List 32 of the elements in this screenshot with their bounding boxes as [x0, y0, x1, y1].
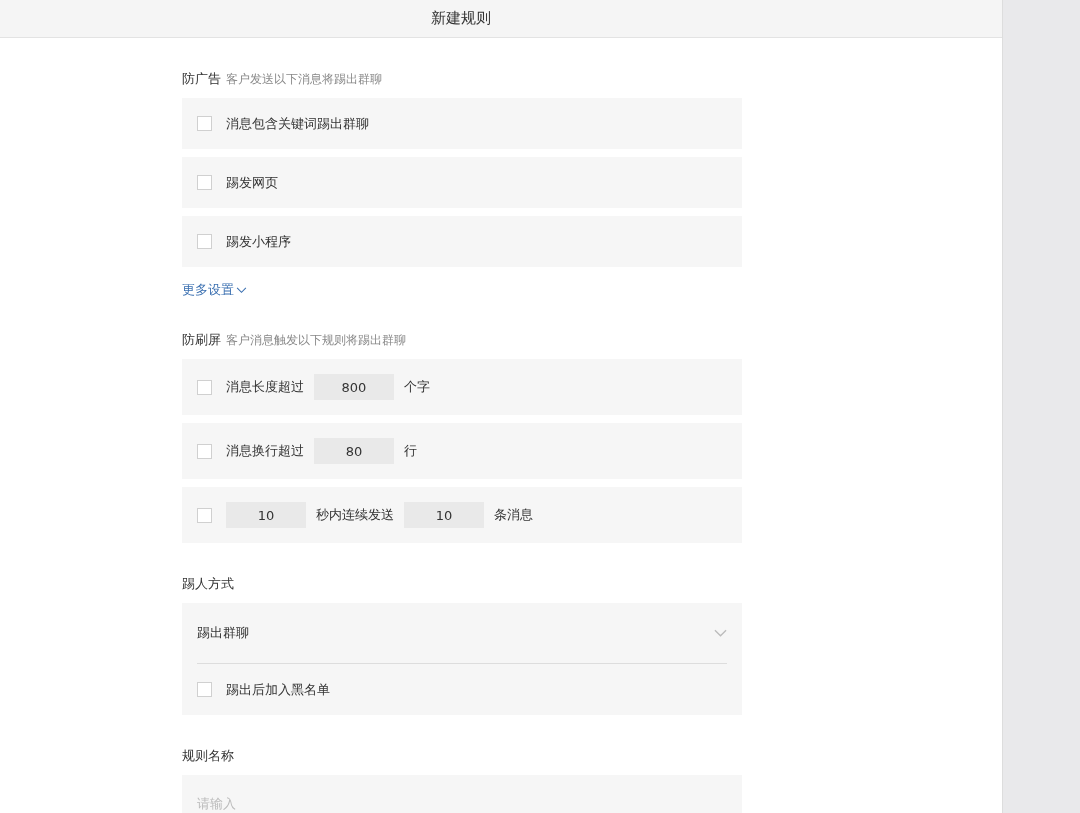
section-hint: 客户发送以下消息将踢出群聊: [226, 71, 382, 88]
blacklist-label: 踢出后加入黑名单: [226, 680, 330, 699]
rule-label: 消息换行超过: [226, 442, 304, 460]
section-title: 防广告: [182, 70, 221, 88]
rule-label: 个字: [404, 378, 430, 396]
number-field[interactable]: 10: [226, 502, 306, 528]
rule-label: 行: [404, 442, 417, 460]
number-field[interactable]: 80: [314, 438, 394, 464]
kick-method-select[interactable]: 踢出群聊: [197, 603, 727, 664]
checkbox[interactable]: [197, 175, 212, 190]
checkbox[interactable]: [197, 443, 212, 459]
field-label: 规则名称: [182, 747, 235, 765]
checkbox[interactable]: [197, 682, 212, 697]
rule-label: 秒内连续发送: [316, 506, 394, 524]
checkbox[interactable]: [197, 379, 212, 395]
chevron-down-icon: [714, 629, 727, 637]
more-settings-link[interactable]: 更多设置: [182, 281, 247, 299]
field-label: 踢人方式: [182, 575, 235, 593]
page-title: 新建规则: [431, 9, 491, 28]
rule-label: 踢发网页: [226, 173, 278, 192]
section-hint: 客户消息触发以下规则将踢出群聊: [226, 332, 406, 349]
rule-label: 踢发小程序: [226, 232, 291, 251]
rule-label: 消息长度超过: [226, 378, 304, 396]
rule-label: 条消息: [494, 506, 533, 524]
checkbox[interactable]: [197, 234, 212, 249]
checkbox[interactable]: [197, 507, 212, 523]
rule-label: 消息包含关键词踢出群聊: [226, 114, 369, 133]
number-field[interactable]: 10: [404, 502, 484, 528]
section-title: 防刷屏: [182, 331, 221, 349]
chevron-down-icon: [236, 286, 247, 294]
number-field[interactable]: 800: [314, 374, 394, 400]
checkbox[interactable]: [197, 116, 212, 131]
